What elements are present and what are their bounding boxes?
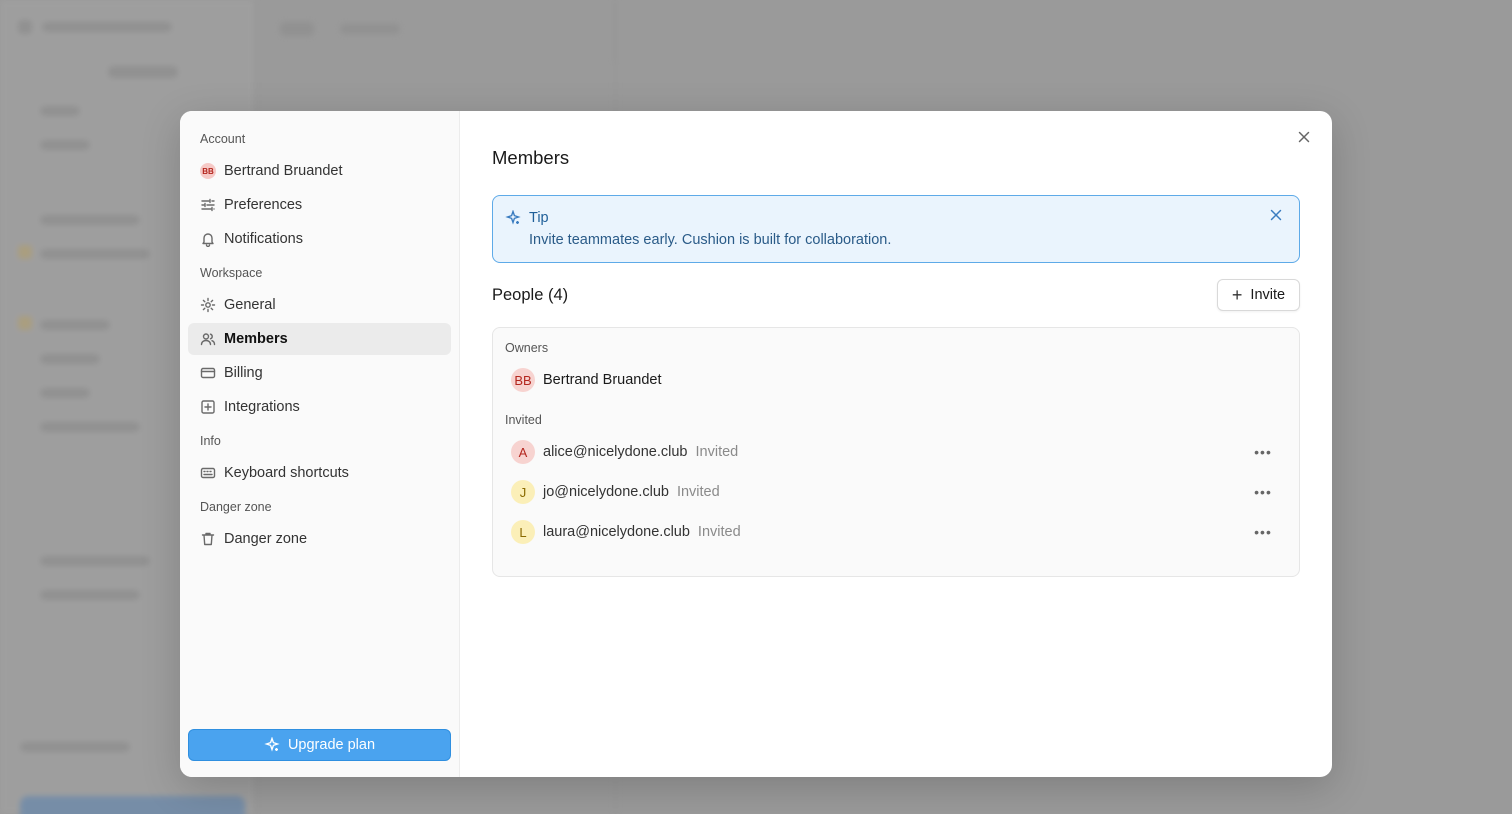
sidebar-item-keyboard-shortcuts[interactable]: Keyboard shortcuts [188,457,451,489]
section-title-account: Account [200,132,246,146]
background-line [108,66,178,78]
sidebar-item-label: Preferences [224,197,303,213]
sidebar-item-label: Notifications [224,231,303,247]
trash-icon [200,531,216,547]
background-dot [18,245,32,259]
background-line [40,590,140,600]
background-line [40,249,150,259]
sidebar-item-members[interactable]: Members [188,323,451,355]
close-icon [1298,131,1310,143]
avatar: J [511,480,535,504]
avatar: L [511,520,535,544]
owners-group-label: Owners [505,341,549,355]
tip-title: Tip [529,210,549,226]
sidebar-item-label: Members [224,331,288,347]
background-line [40,388,90,398]
invited-group-label: Invited [505,413,542,427]
sidebar-item-billing[interactable]: Billing [188,357,451,389]
background-line [40,140,90,150]
section-title-danger-zone: Danger zone [200,500,272,514]
background-line [40,556,150,566]
plus-icon: + [1231,285,1243,305]
people-count-heading: People (4) [492,286,569,304]
owner-row: BB Bertrand Bruandet [505,364,1287,396]
section-title-workspace: Workspace [200,266,263,280]
sidebar-item-preferences[interactable]: Preferences [188,189,451,221]
member-status: Invited [697,524,741,540]
sidebar-item-label: Integrations [224,399,300,415]
background-line [40,215,140,225]
sparkle-icon [505,209,523,228]
page-title: Members [492,147,570,168]
settings-modal: Account BB Bertrand Bruandet Preferences… [180,111,1332,777]
member-name: Bertrand Bruandet [543,372,662,388]
close-icon [1270,209,1282,221]
background-line [42,22,172,32]
sidebar-item-account-user[interactable]: BB Bertrand Bruandet [188,155,451,187]
background-dot [18,316,32,330]
tip-text: Invite teammates early. Cushion is built… [529,232,892,248]
sliders-icon [200,197,216,213]
plus-square-icon [200,399,216,415]
gear-icon [200,297,216,313]
avatar: BB [511,368,535,392]
settings-sidebar: Account BB Bertrand Bruandet Preferences… [180,111,460,777]
member-status: Invited [676,484,720,500]
member-email: laura@nicelydone.club [543,524,690,540]
background-line [340,24,400,34]
background-line [40,422,140,432]
sidebar-item-label: General [224,297,276,313]
upgrade-plan-button[interactable]: Upgrade plan [188,729,451,761]
avatar: A [511,440,535,464]
background-line [40,106,80,116]
more-options-icon[interactable]: ••• [1254,444,1271,460]
sidebar-item-label: Billing [224,365,263,381]
invite-button[interactable]: + Invite [1217,279,1300,311]
sidebar-item-label: Keyboard shortcuts [224,465,349,481]
sidebar-item-danger-zone[interactable]: Danger zone [188,523,451,555]
sparkle-icon [264,737,280,752]
avatar: BB [200,163,216,179]
bell-icon [200,231,216,247]
member-email: alice@nicelydone.club [543,444,688,460]
close-modal-button[interactable] [1294,127,1314,147]
upgrade-plan-label: Upgrade plan [287,737,376,753]
sidebar-item-general[interactable]: General [188,289,451,321]
dismiss-tip-button[interactable] [1269,208,1285,224]
background-line [280,22,314,36]
more-options-icon[interactable]: ••• [1254,524,1271,540]
member-email: jo@nicelydone.club [543,484,669,500]
sidebar-item-label: Danger zone [224,531,308,547]
sidebar-item-integrations[interactable]: Integrations [188,391,451,423]
background-line [20,742,130,752]
sidebar-item-label: Bertrand Bruandet [224,163,343,179]
avatar-initials: BB [200,163,216,179]
section-title-info: Info [200,434,221,448]
tip-banner: Tip Invite teammates early. Cushion is b… [492,195,1300,263]
background-line [40,320,110,330]
background-logo [18,20,32,34]
sidebar-item-notifications[interactable]: Notifications [188,223,451,255]
members-list: Owners BB Bertrand Bruandet Invited A al… [492,327,1300,577]
keyboard-icon [200,465,216,481]
credit-card-icon [200,365,216,381]
background-button [20,796,245,814]
members-panel: Members Tip Invite teammates early. Cush… [460,111,1332,777]
invite-button-label: Invite [1250,287,1286,303]
background-line [40,354,100,364]
invited-member-row: A alice@nicelydone.club Invited ••• [505,436,1287,468]
users-icon [200,331,216,347]
invited-member-row: J jo@nicelydone.club Invited ••• [505,476,1287,508]
member-status: Invited [695,444,739,460]
more-options-icon[interactable]: ••• [1254,484,1271,500]
invited-member-row: L laura@nicelydone.club Invited ••• [505,516,1287,548]
